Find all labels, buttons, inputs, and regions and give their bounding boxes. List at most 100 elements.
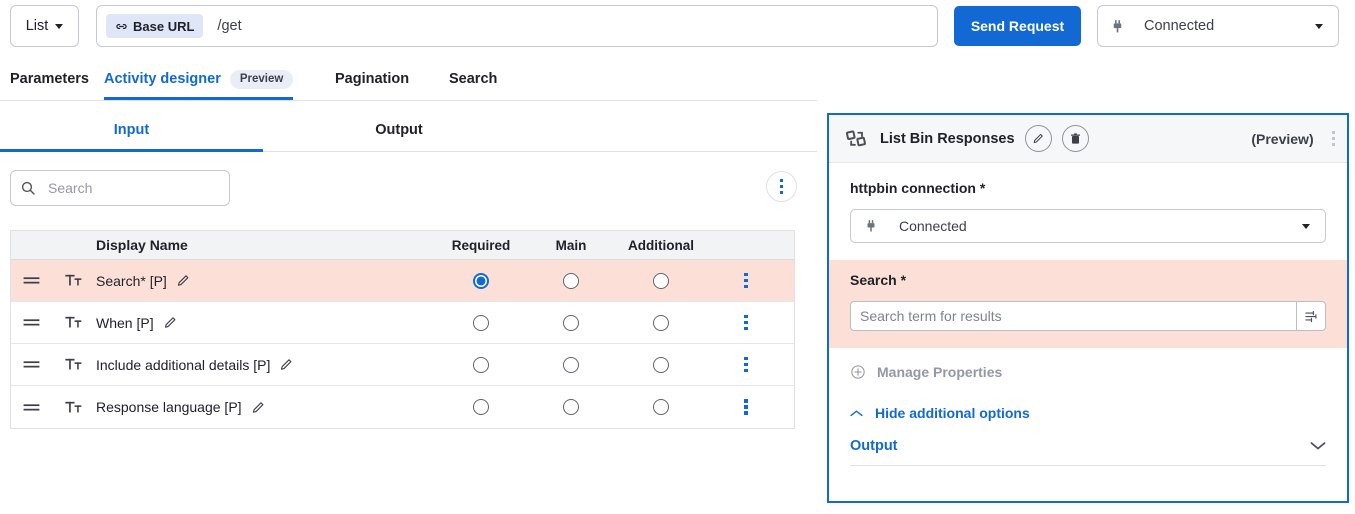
manage-properties-button[interactable]: Manage Properties [850, 364, 1347, 380]
output-section: Output [850, 427, 1326, 466]
main-radio-cell[interactable] [526, 356, 616, 373]
top-toolbar: List Base URL /get Send Request Connecte… [0, 0, 1355, 52]
tab-search[interactable]: Search [449, 58, 497, 100]
main-radio[interactable] [563, 399, 579, 415]
url-path-text: /get [217, 18, 242, 34]
chevron-down-icon [1315, 23, 1323, 29]
tab-parameters[interactable]: Parameters [10, 58, 89, 100]
search-property-expression-button[interactable] [1296, 302, 1325, 330]
panel-title: List Bin Responses [880, 130, 1015, 147]
trash-icon [1070, 132, 1080, 144]
main-radio[interactable] [563, 272, 579, 289]
drag-handle[interactable] [11, 401, 51, 414]
drag-handle-icon [23, 361, 39, 368]
drag-handle[interactable] [11, 316, 51, 329]
url-input-bar[interactable]: Base URL /get [96, 5, 938, 47]
main-radio[interactable] [563, 314, 579, 331]
row-options-button[interactable] [706, 356, 786, 373]
tab-search-label: Search [449, 71, 498, 87]
required-radio-cell[interactable] [436, 314, 526, 331]
hide-additional-options-button[interactable]: Hide additional options [850, 405, 1347, 421]
additional-radio-cell[interactable] [616, 272, 706, 289]
drag-handle[interactable] [11, 358, 51, 371]
required-radio-cell[interactable] [436, 399, 526, 415]
table-row[interactable]: Response language [P] [11, 386, 794, 428]
table-row[interactable]: When [P] [11, 302, 794, 344]
tab-pagination[interactable]: Pagination [335, 58, 409, 100]
drag-handle-icon [23, 403, 39, 411]
property-type [51, 357, 96, 372]
required-radio-cell[interactable] [436, 356, 526, 373]
httpbin-connection-select[interactable]: Connected [850, 209, 1326, 243]
grid-options-button[interactable] [766, 171, 797, 202]
chevron-up-icon [850, 409, 863, 416]
main-radio-cell[interactable] [526, 399, 616, 415]
link-icon [116, 23, 127, 29]
drag-handle-icon [23, 319, 39, 326]
more-vertical-icon [779, 178, 784, 195]
additional-radio[interactable] [653, 399, 669, 415]
method-select[interactable]: List [10, 5, 79, 47]
additional-radio[interactable] [653, 314, 669, 331]
table-row[interactable]: Search* [P] [11, 260, 794, 302]
pencil-icon[interactable] [163, 315, 178, 330]
delete-activity-button[interactable] [1061, 125, 1089, 152]
main-radio-cell[interactable] [526, 272, 616, 289]
search-property-input-wrap[interactable] [850, 301, 1326, 331]
required-radio-cell[interactable] [436, 272, 526, 289]
base-url-chip[interactable]: Base URL [106, 14, 204, 38]
property-name-cell: Include additional details [P] [96, 357, 436, 373]
tab-input[interactable]: Input [0, 108, 263, 151]
table-row[interactable]: Include additional details [P] [11, 344, 794, 386]
property-name-label: Response language [P] [96, 399, 242, 415]
required-radio[interactable] [473, 314, 489, 331]
drag-handle[interactable] [11, 274, 51, 287]
required-radio[interactable] [473, 399, 489, 415]
httpbin-connection-value: Connected [899, 218, 967, 234]
main-radio-cell[interactable] [526, 314, 616, 331]
panel-preview-label: (Preview) [1251, 130, 1314, 147]
activity-preview-panel: List Bin Responses (Preview) httpbin con… [827, 113, 1349, 503]
pencil-icon[interactable] [279, 357, 294, 372]
property-name-label: When [P] [96, 314, 154, 331]
property-type [51, 273, 96, 288]
output-section-toggle[interactable]: Output [850, 427, 1326, 465]
additional-radio[interactable] [653, 356, 669, 373]
property-name-label: Search* [P] [96, 272, 167, 289]
row-options-button[interactable] [706, 272, 786, 289]
table-header-required: Required [451, 237, 511, 253]
additional-radio-cell[interactable] [616, 356, 706, 373]
grid-search-input[interactable] [46, 179, 206, 197]
httpbin-connection-label: httpbin connection * [850, 180, 986, 196]
property-name-label: Include additional details [P] [96, 356, 271, 373]
plus-circle-icon [851, 365, 865, 379]
edit-activity-button[interactable] [1024, 125, 1052, 152]
property-name-cell: Response language [P] [96, 399, 436, 415]
chevron-down-icon [1310, 442, 1326, 450]
base-url-chip-label: Base URL [133, 18, 195, 34]
search-property-input[interactable] [851, 307, 1296, 325]
additional-radio[interactable] [653, 272, 669, 289]
tab-activity-designer[interactable]: Activity designer Preview [104, 58, 294, 100]
grid-search-box[interactable] [10, 170, 230, 206]
more-vertical-icon [744, 272, 748, 289]
drag-handle-icon [23, 277, 39, 284]
required-radio[interactable] [473, 272, 489, 289]
send-request-button[interactable]: Send Request [954, 6, 1081, 46]
panel-options-button[interactable] [1331, 130, 1335, 147]
row-options-button[interactable] [706, 314, 786, 331]
additional-radio-cell[interactable] [616, 399, 706, 415]
property-type [51, 400, 96, 415]
table-header-display-name: Display Name [96, 237, 188, 253]
panel-header: List Bin Responses (Preview) [829, 115, 1347, 163]
pencil-icon[interactable] [251, 400, 266, 415]
required-radio[interactable] [473, 356, 489, 373]
pencil-icon[interactable] [176, 273, 191, 288]
connection-select[interactable]: Connected [1097, 5, 1339, 47]
chevron-down-icon [55, 23, 64, 29]
main-radio[interactable] [563, 356, 579, 373]
tab-pagination-label: Pagination [335, 71, 410, 87]
additional-radio-cell[interactable] [616, 314, 706, 331]
tab-output[interactable]: Output [263, 108, 535, 151]
row-options-button[interactable] [706, 399, 786, 415]
